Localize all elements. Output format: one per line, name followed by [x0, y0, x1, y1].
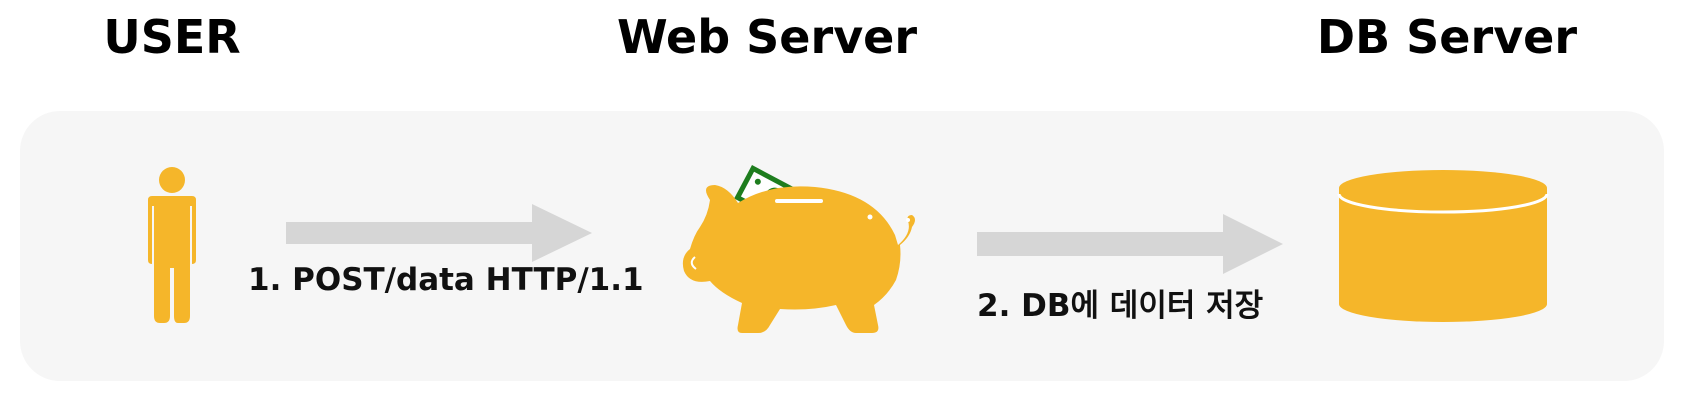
step-2-label: 2. DB에 데이터 저장 — [977, 288, 1264, 324]
db-server-heading: DB Server — [1316, 10, 1578, 64]
step-1-label: 1. POST/data HTTP/1.1 — [248, 262, 644, 298]
store-arrow-icon — [977, 214, 1283, 274]
request-arrow-icon — [286, 204, 592, 262]
piggy-bank-icon — [682, 165, 915, 333]
database-cylinder-icon — [1337, 170, 1549, 322]
web-server-heading: Web Server — [616, 10, 918, 64]
user-heading: USER — [103, 10, 241, 64]
person-icon — [148, 167, 196, 323]
